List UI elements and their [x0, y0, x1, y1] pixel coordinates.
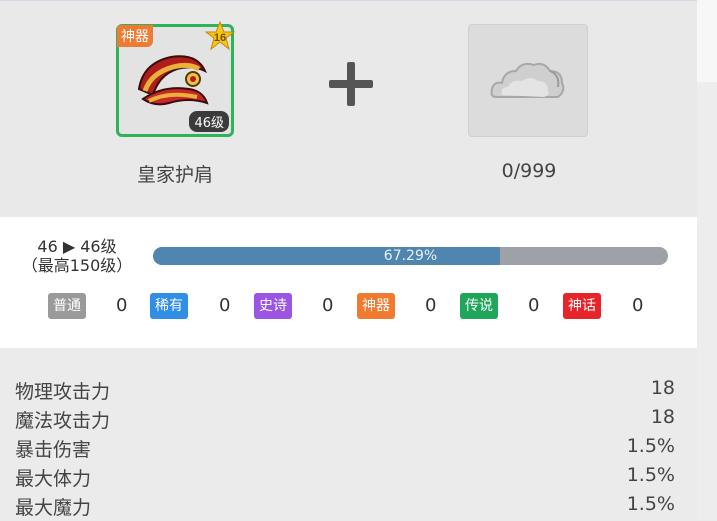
- rarity-badge: 神话: [563, 293, 601, 319]
- progress-bar: 67.29%: [153, 247, 668, 265]
- right-scroll-strip: [697, 0, 717, 520]
- stat-row: 物理攻击力 18: [15, 377, 675, 405]
- stat-value: 18: [650, 406, 675, 428]
- rarity-badge: 稀有: [150, 293, 188, 319]
- item-slot[interactable]: 神器 16 46级: [116, 21, 235, 137]
- cloud-material-icon: [490, 62, 565, 98]
- stat-label: 最大体力: [15, 468, 92, 490]
- item-level-badge: 46级: [189, 111, 229, 132]
- material-count: 0/999: [501, 160, 557, 182]
- rarity-badge: 史诗: [254, 293, 292, 319]
- level-info: 46 ▶ 46级 （最高150级）: [10, 237, 144, 275]
- royal-shoulder-icon: [137, 55, 209, 106]
- right-strip-shade: [697, 82, 717, 520]
- stat-value: 1.5%: [626, 464, 675, 486]
- stat-row: 暴击伤害 1.5%: [15, 435, 675, 463]
- stat-label: 暴击伤害: [15, 439, 92, 461]
- stat-value: 1.5%: [626, 493, 675, 515]
- stat-label: 物理攻击力: [15, 381, 111, 403]
- plus-icon: [327, 60, 375, 108]
- star-level-text: 16: [214, 32, 226, 44]
- item-name: 皇家护肩: [136, 164, 213, 186]
- stat-row: 最大体力 1.5%: [15, 464, 675, 492]
- rarity-count: 0: [528, 295, 540, 316]
- stat-value: 18: [650, 377, 675, 399]
- stat-label: 魔法攻击力: [15, 410, 111, 432]
- rarity-count: 0: [116, 295, 128, 316]
- stat-row: 最大魔力 1.5%: [15, 493, 675, 521]
- rarity-badge: 神器: [357, 293, 395, 319]
- stat-label: 最大魔力: [15, 497, 92, 519]
- material-slot[interactable]: [468, 24, 588, 137]
- progress-percent: 67.29%: [383, 248, 438, 264]
- rarity-count: 0: [632, 295, 644, 316]
- item-rarity-tag: 神器: [117, 25, 153, 47]
- max-level: （最高150级）: [21, 256, 133, 275]
- rarity-badge: 普通: [48, 293, 86, 319]
- level-range: 46 ▶ 46级: [37, 237, 117, 256]
- rarity-count: 0: [219, 295, 231, 316]
- stat-row: 魔法攻击力 18: [15, 406, 675, 434]
- rarity-count: 0: [425, 295, 437, 316]
- stat-value: 1.5%: [626, 435, 675, 457]
- rarity-count: 0: [322, 295, 334, 316]
- rarity-badge: 传说: [460, 293, 498, 319]
